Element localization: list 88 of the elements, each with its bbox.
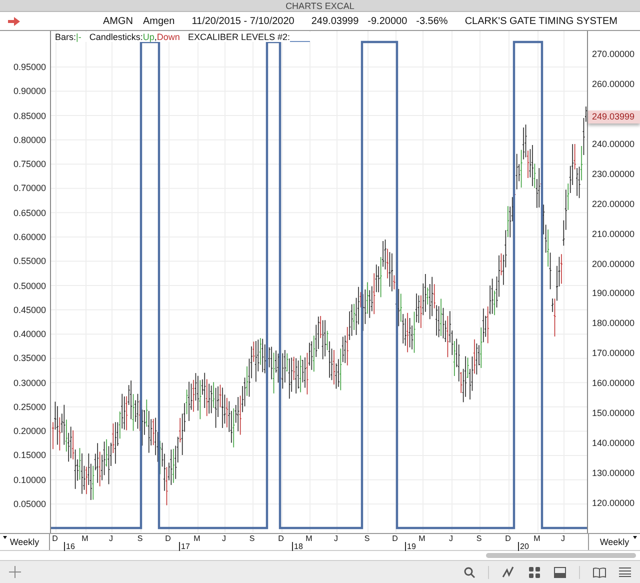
month-label: S [476,534,482,543]
axis-label: 0.65000 [13,208,46,218]
percent-change: -3.56% [416,16,448,26]
system-name: CLARK'S GATE TIMING SYSTEM [464,16,618,26]
axis-label: 0.10000 [13,474,46,485]
symbol-text: AMGN [103,16,133,26]
axis-label: 0.40000 [13,329,46,340]
axis-label: 240.00000 [592,138,635,149]
axis-label: 0.75000 [13,159,46,170]
legend-label: Bars: [55,32,76,42]
legend-label: Candlesticks: [89,32,143,42]
axis-label: 0.05000 [13,499,46,510]
axis-label: 0.55000 [13,256,46,266]
company-name: Amgen [143,16,175,26]
axis-label: 270.00000 [592,49,635,59]
month-label: M [194,534,200,543]
axis-label: 160.00000 [592,378,635,388]
month-label: M [534,534,540,543]
month-label: D [165,534,171,543]
axis-label: 210.00000 [592,228,635,239]
month-label: D [278,534,284,543]
grid-icon[interactable] [527,565,541,579]
month-label: J [334,534,338,543]
caret-icon[interactable] [633,536,637,539]
month-label: S [364,534,370,543]
legend-label: EXCALIBER LEVELS #2: [188,32,290,42]
month-label: J [222,534,226,543]
arrow-right-icon[interactable] [8,16,20,26]
year-label: 20 [518,542,529,551]
price-change: -9.20000 [368,16,408,26]
year-label: 16 [64,542,75,551]
line-chart-icon[interactable] [501,565,515,579]
axis-label: 260.00000 [592,78,635,89]
axis-label: 0.20000 [13,426,46,436]
axis-label: 0.90000 [13,86,46,96]
panel-icon[interactable] [553,565,567,579]
last-price-tag: 249.03999 [588,110,640,124]
legend-separator: , [154,32,157,42]
month-label: M [306,534,312,543]
axis-label: 0.35000 [13,353,46,364]
year-label: 17 [179,542,190,551]
axis-label: 0.70000 [13,183,46,194]
month-label: S [249,534,255,543]
axis-label: 130.00000 [592,468,635,478]
month-label: S [137,534,143,543]
month-label: M [82,534,88,543]
axis-label: 230.00000 [592,168,635,179]
legend-symbol: |- [76,32,82,42]
month-label: D [505,534,511,543]
window-title: CHARTS EXCAL [286,1,354,11]
axis-label: 140.00000 [592,438,635,448]
date-range: 11/20/2015 - 7/10/2020 [192,16,294,26]
timeframe-selector[interactable]: Weekly [600,537,630,547]
last-price: 249.03999 [311,16,359,26]
legend-line-swatch [290,41,310,42]
year-label: 18 [292,542,303,551]
axis-label: 0.30000 [13,378,46,388]
axis-label: 180.00000 [592,318,635,328]
scrollbar-thumb[interactable] [486,553,636,558]
axis-label: 200.00000 [592,258,635,268]
axis-label: 190.00000 [592,288,635,298]
axis-label: 120.00000 [592,498,635,508]
caret-icon[interactable] [3,536,7,539]
axis-label: 220.00000 [592,198,635,209]
axis-label: 170.00000 [592,348,635,358]
axis-label: 0.80000 [13,134,46,145]
legend-down: Down [156,32,180,42]
axis-label: 0.50000 [13,280,46,291]
axis-label: 0.25000 [13,402,46,412]
month-label: J [449,534,453,543]
axis-label: 0.85000 [13,110,46,121]
timeframe-selector[interactable]: Weekly [10,537,40,547]
axis-label: 0.45000 [13,304,46,315]
search-icon[interactable] [462,565,476,579]
list-icon[interactable] [618,565,632,579]
year-label: 19 [405,542,416,551]
axis-label: 0.15000 [13,450,46,460]
month-label: D [392,534,398,543]
month-label: M [418,534,426,543]
axis-label: 0.60000 [13,232,46,242]
legend-up: Up [142,32,154,42]
month-label: J [561,534,565,543]
month-label: J [109,534,113,543]
axis-label: 0.95000 [13,62,46,72]
book-icon[interactable] [592,565,606,579]
month-label: D [52,534,58,543]
axis-label: 150.00000 [592,408,635,418]
add-button[interactable] [8,565,22,579]
